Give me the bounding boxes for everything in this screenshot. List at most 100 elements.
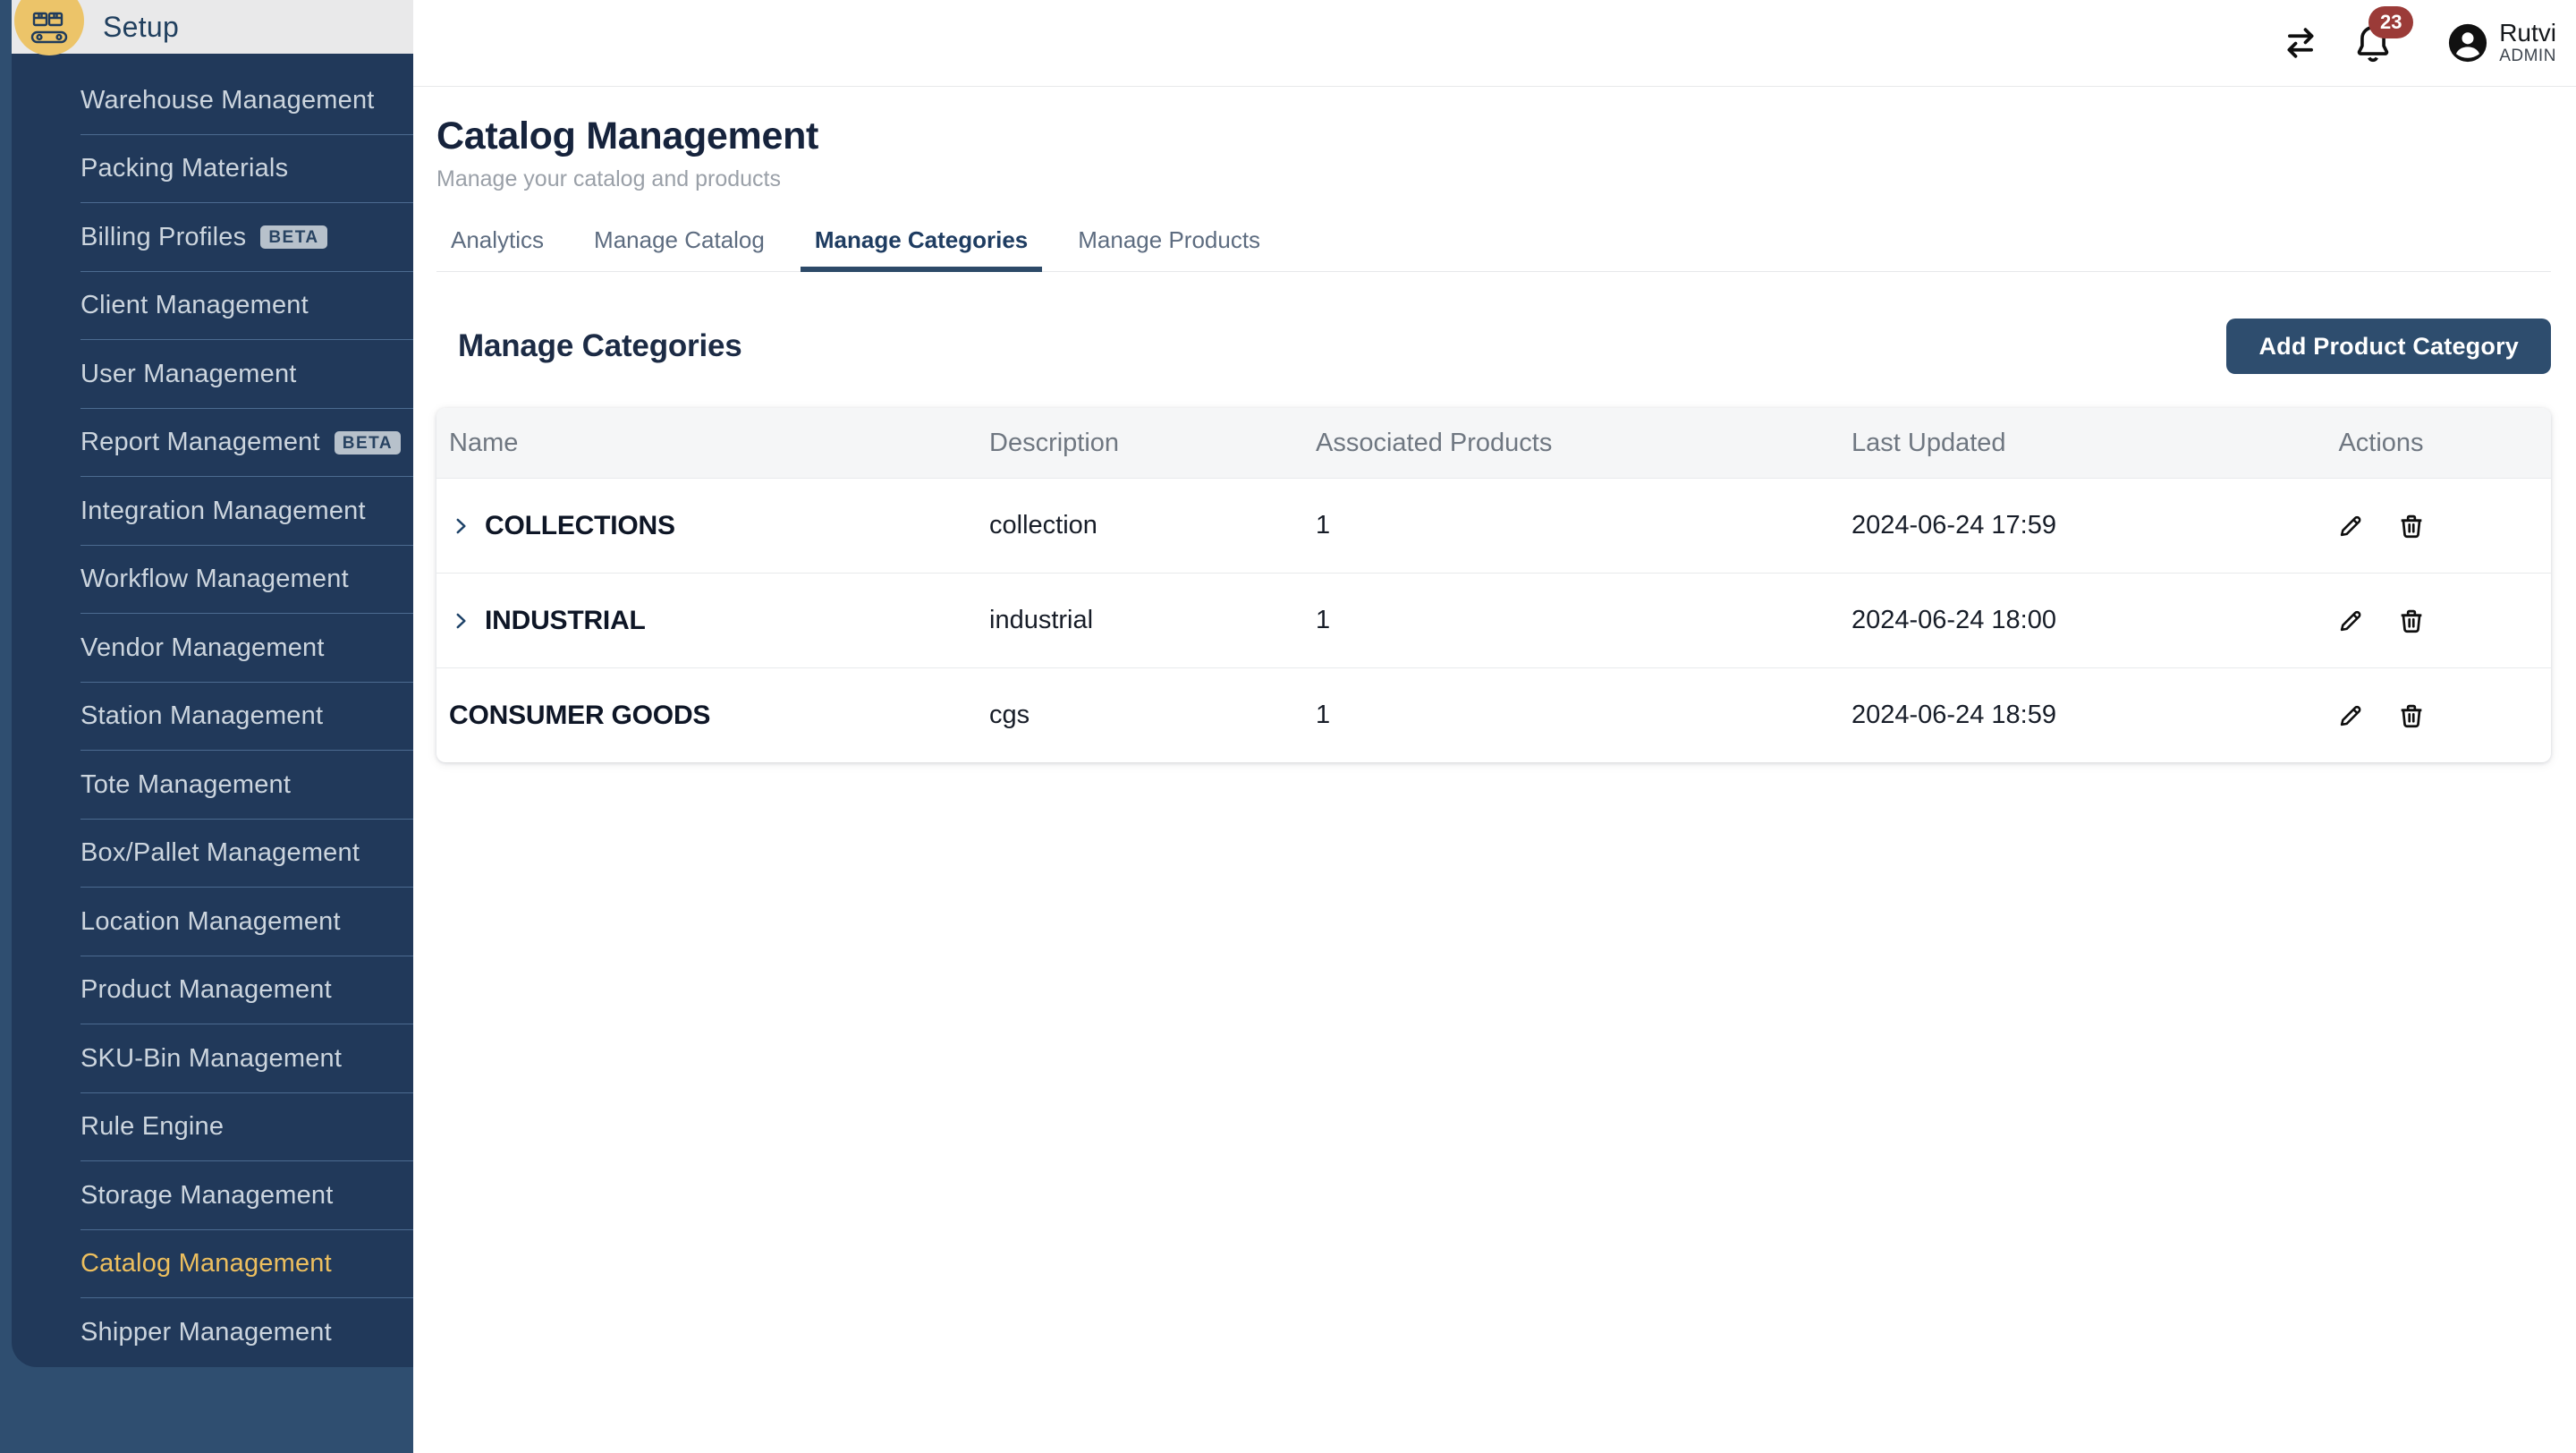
sidebar-item-label: Station Management	[80, 701, 324, 731]
row-actions	[2211, 511, 2551, 541]
sidebar-item-integration-management[interactable]: Integration Management	[12, 477, 413, 546]
notifications: 23	[2352, 6, 2414, 64]
conveyor-boxes-icon	[28, 9, 71, 55]
sidebar-item-rule-engine[interactable]: Rule Engine	[12, 1093, 413, 1162]
last-updated: 2024-06-24 18:00	[1852, 606, 2056, 634]
table-row-collections: COLLECTIONS collection 1 2024-06-24 17:5…	[436, 478, 2551, 573]
sidebar-item-label: Packing Materials	[80, 154, 289, 183]
sidebar-item-shipper-management[interactable]: Shipper Management	[12, 1298, 413, 1367]
sidebar-item-user-management[interactable]: User Management	[12, 340, 413, 409]
sidebar-item-label: Client Management	[80, 291, 309, 320]
sidebar-item-packing-materials[interactable]: Packing Materials	[12, 135, 413, 204]
row-actions	[2211, 701, 2551, 731]
topbar-icons: 23 Rutvi ADMIN	[2281, 6, 2556, 66]
beta-badge: BETA	[334, 430, 402, 455]
sidebar-item-label: Box/Pallet Management	[80, 838, 360, 868]
sidebar-item-label: Report Management	[80, 428, 320, 457]
edit-pencil-icon[interactable]	[2335, 606, 2366, 636]
sidebar-item-label: Catalog Management	[80, 1249, 332, 1279]
category-name: INDUSTRIAL	[485, 605, 646, 635]
column-header-last-updated: Last Updated	[1852, 428, 2006, 457]
edit-pencil-icon[interactable]	[2335, 701, 2366, 731]
sidebar: Setup Warehouse Management Packing Mater…	[0, 0, 413, 1453]
tab-analytics[interactable]: Analytics	[436, 221, 558, 272]
section-heading: Manage Categories	[458, 328, 742, 363]
column-header-name: Name	[449, 428, 519, 457]
sidebar-item-vendor-management[interactable]: Vendor Management	[12, 614, 413, 683]
associated-products-count: 1	[1316, 701, 1331, 729]
category-name: COLLECTIONS	[485, 510, 675, 540]
user-role: ADMIN	[2499, 46, 2556, 65]
sidebar-item-label: Rule Engine	[80, 1112, 225, 1142]
user-menu[interactable]: Rutvi ADMIN	[2447, 19, 2556, 66]
table-body: COLLECTIONS collection 1 2024-06-24 17:5…	[436, 478, 2551, 762]
sidebar-item-label: Vendor Management	[80, 633, 325, 662]
category-description: cgs	[989, 701, 1030, 729]
sidebar-item-catalog-management[interactable]: Catalog Management	[12, 1230, 413, 1299]
column-header-description: Description	[989, 428, 1120, 457]
category-description: industrial	[989, 606, 1094, 634]
sidebar-menu: Warehouse Management Packing Materials B…	[12, 54, 413, 1367]
table-row-consumer-goods: CONSUMER GOODS cgs 1 2024-06-24 18:59	[436, 667, 2551, 762]
section-header: Manage Categories Add Product Category	[436, 319, 2551, 374]
sidebar-item-label: User Management	[80, 359, 297, 388]
sidebar-item-label: Tote Management	[80, 769, 292, 799]
sidebar-item-label: Product Management	[80, 975, 332, 1005]
associated-products-count: 1	[1316, 606, 1331, 634]
sidebar-item-client-management[interactable]: Client Management	[12, 272, 413, 341]
sidebar-item-label: Shipper Management	[80, 1317, 332, 1347]
column-header-actions: Actions	[2338, 428, 2424, 457]
expand-chevron-icon[interactable]	[449, 514, 472, 538]
last-updated: 2024-06-24 17:59	[1852, 511, 2056, 540]
add-product-category-button[interactable]: Add Product Category	[2226, 319, 2551, 374]
associated-products-count: 1	[1316, 511, 1331, 540]
delete-trash-icon[interactable]	[2396, 701, 2427, 731]
last-updated: 2024-06-24 18:59	[1852, 701, 2056, 729]
sidebar-item-location-management[interactable]: Location Management	[12, 888, 413, 956]
sidebar-item-storage-management[interactable]: Storage Management	[12, 1161, 413, 1230]
expand-chevron-icon[interactable]	[449, 609, 472, 633]
tab-manage-products[interactable]: Manage Products	[1063, 221, 1275, 272]
sidebar-item-product-management[interactable]: Product Management	[12, 956, 413, 1025]
sidebar-item-sku-bin-management[interactable]: SKU-Bin Management	[12, 1024, 413, 1093]
sidebar-item-box-pallet-management[interactable]: Box/Pallet Management	[12, 820, 413, 888]
row-actions	[2211, 606, 2551, 636]
tab-bar: Analytics Manage Catalog Manage Categories…	[436, 221, 2551, 272]
user-avatar-icon	[2447, 22, 2488, 64]
delete-trash-icon[interactable]	[2396, 511, 2427, 541]
sidebar-item-label: Storage Management	[80, 1180, 334, 1210]
notification-count-badge: 23	[2368, 6, 2414, 38]
sidebar-item-billing-profiles[interactable]: Billing Profiles BETA	[12, 203, 413, 272]
sidebar-item-tote-management[interactable]: Tote Management	[12, 751, 413, 820]
delete-trash-icon[interactable]	[2396, 606, 2427, 636]
sidebar-item-label: SKU-Bin Management	[80, 1043, 343, 1073]
tab-manage-categories[interactable]: Manage Categories	[800, 221, 1043, 272]
sidebar-item-warehouse-management[interactable]: Warehouse Management	[12, 66, 413, 135]
category-name: CONSUMER GOODS	[449, 700, 711, 730]
table-row-industrial: INDUSTRIAL industrial 1 2024-06-24 18:00	[436, 573, 2551, 667]
tab-manage-catalog[interactable]: Manage Catalog	[580, 221, 779, 272]
main-content: Catalog Management Manage your catalog a…	[413, 88, 2576, 1453]
sidebar-item-station-management[interactable]: Station Management	[12, 683, 413, 752]
sidebar-item-label: Billing Profiles	[80, 222, 247, 251]
sidebar-item-label: Location Management	[80, 906, 341, 936]
table-header-row: Name Description Associated Products Last U…	[436, 408, 2551, 478]
category-name-cell: CONSUMER GOODS	[436, 701, 977, 731]
sidebar-item-label: Warehouse Management	[80, 85, 375, 115]
sidebar-item-report-management[interactable]: Report Management BETA	[12, 409, 413, 478]
user-name: Rutvi	[2499, 19, 2556, 47]
topbar: 23 Rutvi ADMIN	[413, 0, 2576, 87]
sidebar-item-label: Workflow Management	[80, 565, 349, 594]
category-description: collection	[989, 511, 1097, 540]
category-name-cell: COLLECTIONS	[436, 511, 977, 541]
category-name-cell: INDUSTRIAL	[436, 606, 977, 636]
column-header-associated-products: Associated Products	[1316, 428, 1553, 457]
edit-pencil-icon[interactable]	[2335, 511, 2366, 541]
app-root: Setup Warehouse Management Packing Mater…	[0, 0, 2576, 1453]
sidebar-item-label: Integration Management	[80, 496, 366, 525]
page-subtitle: Manage your catalog and products	[436, 166, 781, 191]
sidebar-item-workflow-management[interactable]: Workflow Management	[12, 546, 413, 615]
swap-arrows-icon[interactable]	[2281, 23, 2320, 63]
beta-badge: BETA	[260, 225, 327, 250]
categories-table: Name Description Associated Products Last U…	[436, 408, 2551, 762]
